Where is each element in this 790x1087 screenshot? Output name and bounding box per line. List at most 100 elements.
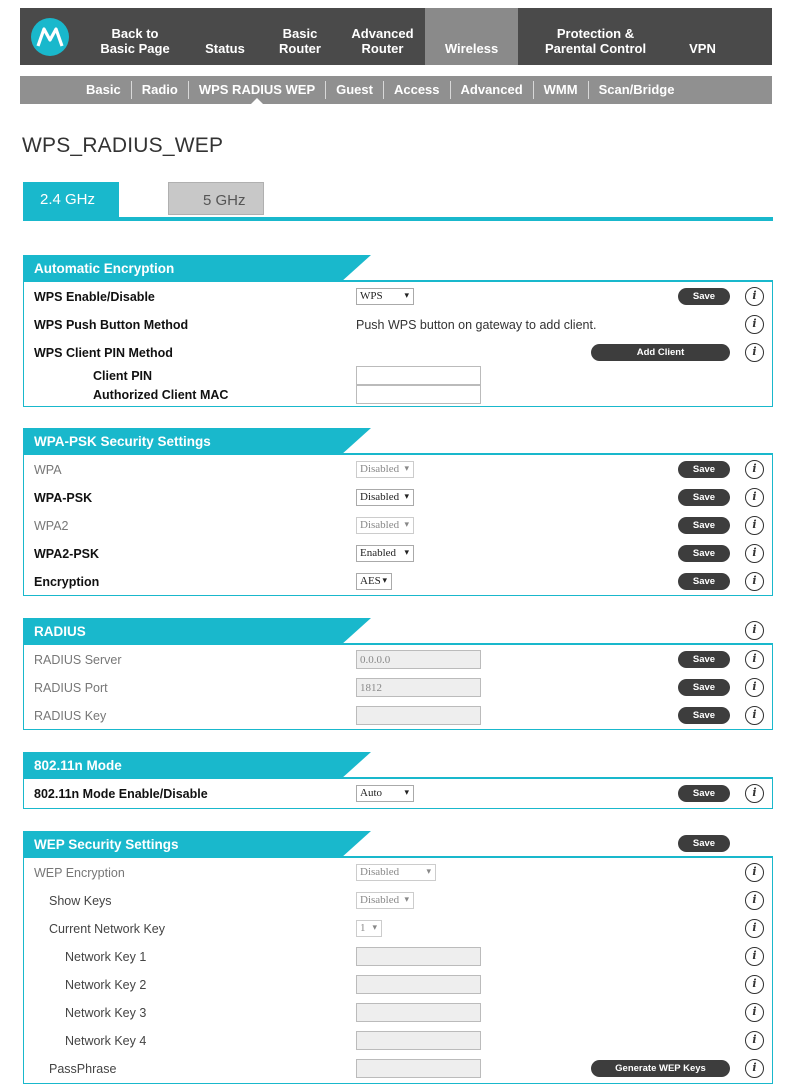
info-icon[interactable]: i [745, 650, 764, 669]
tab-wireless[interactable]: Wireless [425, 8, 518, 65]
dropdown-caret-icon: ▾ [404, 492, 409, 502]
tab-5-ghz[interactable]: 5 GHz [168, 182, 264, 215]
subnav-radio[interactable]: Radio [132, 76, 188, 104]
subnav-wmm[interactable]: WMM [534, 76, 588, 104]
mode-select[interactable]: Auto ▾ [356, 785, 414, 802]
subnav-basic[interactable]: Basic [76, 76, 131, 104]
subnav-scan-bridge[interactable]: Scan/Bridge [589, 76, 685, 104]
wpa-psk-label: WPA-PSK [34, 491, 93, 505]
row-wpa2-psk: WPA2-PSK Enabled ▾ Save i [23, 540, 773, 568]
row-current-network-key: Current Network Key 1 ▾ i [23, 915, 773, 943]
show-keys-label: Show Keys [49, 894, 112, 908]
tab-status[interactable]: Status [190, 8, 260, 65]
encryption-select[interactable]: AES ▾ [356, 573, 392, 590]
section-title: 802.11n Mode [23, 752, 371, 779]
info-icon[interactable]: i [745, 863, 764, 882]
section-header-802-11n-mode: 802.11n Mode [23, 752, 773, 779]
info-icon[interactable]: i [745, 544, 764, 563]
wep-encryption-select[interactable]: Disabled ▾ [356, 864, 436, 881]
info-icon[interactable]: i [745, 1059, 764, 1078]
info-icon[interactable]: i [745, 287, 764, 306]
wps-enable-select[interactable]: WPS ▾ [356, 288, 414, 305]
save-button[interactable]: Save [678, 489, 730, 506]
save-button[interactable]: Save [678, 461, 730, 478]
info-icon[interactable]: i [745, 891, 764, 910]
show-keys-select[interactable]: Disabled ▾ [356, 892, 414, 909]
tab-vpn[interactable]: VPN [673, 8, 732, 65]
tab-2-4-ghz[interactable]: 2.4 GHz [23, 182, 119, 220]
dropdown-caret-icon: ▾ [404, 520, 409, 530]
wpa2-psk-label: WPA2-PSK [34, 547, 100, 561]
current-key-select[interactable]: 1 ▾ [356, 920, 382, 937]
wpa2-psk-select[interactable]: Enabled ▾ [356, 545, 414, 562]
info-icon[interactable]: i [745, 572, 764, 591]
add-client-button[interactable]: Add Client [591, 344, 730, 361]
subnav-wps-radius-wep[interactable]: WPS RADIUS WEP [189, 76, 325, 105]
save-button[interactable]: Save [678, 517, 730, 534]
info-icon[interactable]: i [745, 621, 764, 640]
network-key-3-input[interactable] [356, 1003, 481, 1022]
subnav-access[interactable]: Access [384, 76, 450, 104]
motorola-logo-icon [31, 17, 69, 56]
row-wps-enable: WPS Enable/Disable WPS ▾ Save i [23, 283, 773, 311]
page-title: WPS_RADIUS_WEP [22, 134, 224, 157]
save-button[interactable]: Save [678, 785, 730, 802]
section-title: Automatic Encryption [23, 255, 371, 282]
save-button[interactable]: Save [678, 288, 730, 305]
info-icon[interactable]: i [745, 315, 764, 334]
row-wpa: WPA Disabled ▾ Save i [23, 456, 773, 484]
network-key-2-input[interactable] [356, 975, 481, 994]
info-icon[interactable]: i [745, 516, 764, 535]
info-icon[interactable]: i [745, 706, 764, 725]
radius-port-label: RADIUS Port [34, 681, 108, 695]
generate-wep-keys-button[interactable]: Generate WEP Keys [591, 1060, 730, 1077]
band-tab-underline [23, 217, 773, 221]
save-button[interactable]: Save [678, 651, 730, 668]
info-icon[interactable]: i [745, 975, 764, 994]
dropdown-caret-icon: ▾ [404, 464, 409, 474]
passphrase-input[interactable] [356, 1059, 481, 1078]
dropdown-caret-icon: ▾ [404, 548, 409, 558]
logo[interactable] [20, 8, 80, 65]
info-icon[interactable]: i [745, 784, 764, 803]
network-key-1-input[interactable] [356, 947, 481, 966]
radius-server-label: RADIUS Server [34, 653, 122, 667]
network-key-4-input[interactable] [356, 1031, 481, 1050]
passphrase-label: PassPhrase [49, 1062, 117, 1076]
subnav-advanced[interactable]: Advanced [451, 76, 533, 104]
tab-back-to-basic[interactable]: Back to Basic Page [80, 8, 190, 65]
info-icon[interactable]: i [745, 488, 764, 507]
wps-push-text: Push WPS button on gateway to add client… [356, 318, 597, 332]
row-network-key-4: Network Key 4 i [23, 1027, 773, 1055]
info-icon[interactable]: i [745, 919, 764, 938]
info-icon[interactable]: i [745, 1003, 764, 1022]
save-button[interactable]: Save [678, 545, 730, 562]
save-button[interactable]: Save [678, 835, 730, 852]
save-button[interactable]: Save [678, 573, 730, 590]
subnav-guest[interactable]: Guest [326, 76, 383, 104]
tab-advanced-router[interactable]: Advanced Router [340, 8, 425, 65]
top-navigation: Back to Basic Page Status Basic Router Adv… [20, 8, 772, 65]
info-icon[interactable]: i [745, 1031, 764, 1050]
save-button[interactable]: Save [678, 707, 730, 724]
row-encryption: Encryption AES ▾ Save i [23, 568, 773, 596]
wpa-select[interactable]: Disabled ▾ [356, 461, 414, 478]
wpa2-select[interactable]: Disabled ▾ [356, 517, 414, 534]
tab-basic-router[interactable]: Basic Router [260, 8, 340, 65]
info-icon[interactable]: i [745, 678, 764, 697]
tab-protection-parental-control[interactable]: Protection & Parental Control [518, 8, 673, 65]
radius-server-input[interactable]: 0.0.0.0 [356, 650, 481, 669]
radius-port-input[interactable]: 1812 [356, 678, 481, 697]
info-icon[interactable]: i [745, 460, 764, 479]
row-radius-key: RADIUS Key Save i [23, 702, 773, 730]
row-network-key-3: Network Key 3 i [23, 999, 773, 1027]
radius-header-info: i [23, 617, 773, 644]
dropdown-caret-icon: ▾ [382, 576, 387, 586]
info-icon[interactable]: i [745, 343, 764, 362]
wpa-psk-select[interactable]: Disabled ▾ [356, 489, 414, 506]
radius-key-input[interactable] [356, 706, 481, 725]
authorized-mac-input[interactable] [356, 385, 481, 404]
current-key-label: Current Network Key [49, 922, 166, 936]
info-icon[interactable]: i [745, 947, 764, 966]
save-button[interactable]: Save [678, 679, 730, 696]
